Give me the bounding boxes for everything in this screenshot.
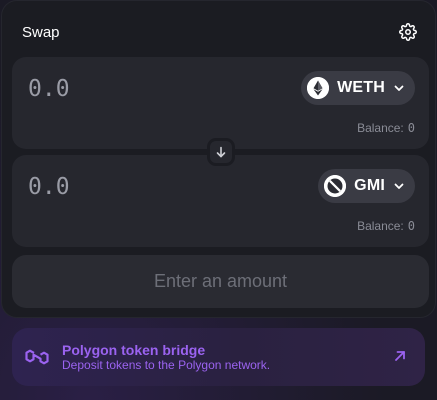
arrow-down-icon [216,146,226,158]
input-balance-value: 0 [407,121,415,135]
chevron-down-icon [393,180,405,192]
bridge-text: Polygon token bridge Deposit tokens to t… [62,342,270,373]
output-token-symbol: GMI [354,177,385,194]
polygon-logo-icon [25,349,49,365]
polygon-bridge-banner[interactable]: Polygon token bridge Deposit tokens to t… [12,328,425,386]
swap-title: Swap [22,23,60,41]
input-balance-label: Balance: [357,121,404,135]
input-token-symbol: WETH [337,79,385,96]
output-balance-label: Balance: [357,219,404,233]
input-balance: Balance: 0 [357,121,415,135]
gear-icon [399,23,417,41]
output-balance-value: 0 [407,219,415,233]
swap-card: Swap WETH Balance [1,0,436,318]
output-token-select-button[interactable]: GMI [318,169,415,203]
input-token-select-button[interactable]: WETH [301,71,415,105]
output-balance: Balance: 0 [357,219,415,233]
gmi-token-icon [324,175,347,197]
external-arrow-icon [395,351,405,361]
switch-direction-button[interactable] [207,138,235,166]
chevron-down-icon [393,82,405,94]
ethereum-icon [307,77,330,99]
output-amount-field[interactable] [28,171,228,203]
swap-header: Swap [22,21,419,43]
bridge-subtitle: Deposit tokens to the Polygon network. [62,358,271,372]
enter-amount-button[interactable]: Enter an amount [12,255,429,308]
input-amount-field[interactable] [28,73,228,105]
bridge-title: Polygon token bridge [62,342,206,358]
input-token-panel: WETH Balance: 0 [12,57,429,149]
output-token-panel: GMI Balance: 0 [12,155,429,247]
settings-button[interactable] [398,22,418,42]
